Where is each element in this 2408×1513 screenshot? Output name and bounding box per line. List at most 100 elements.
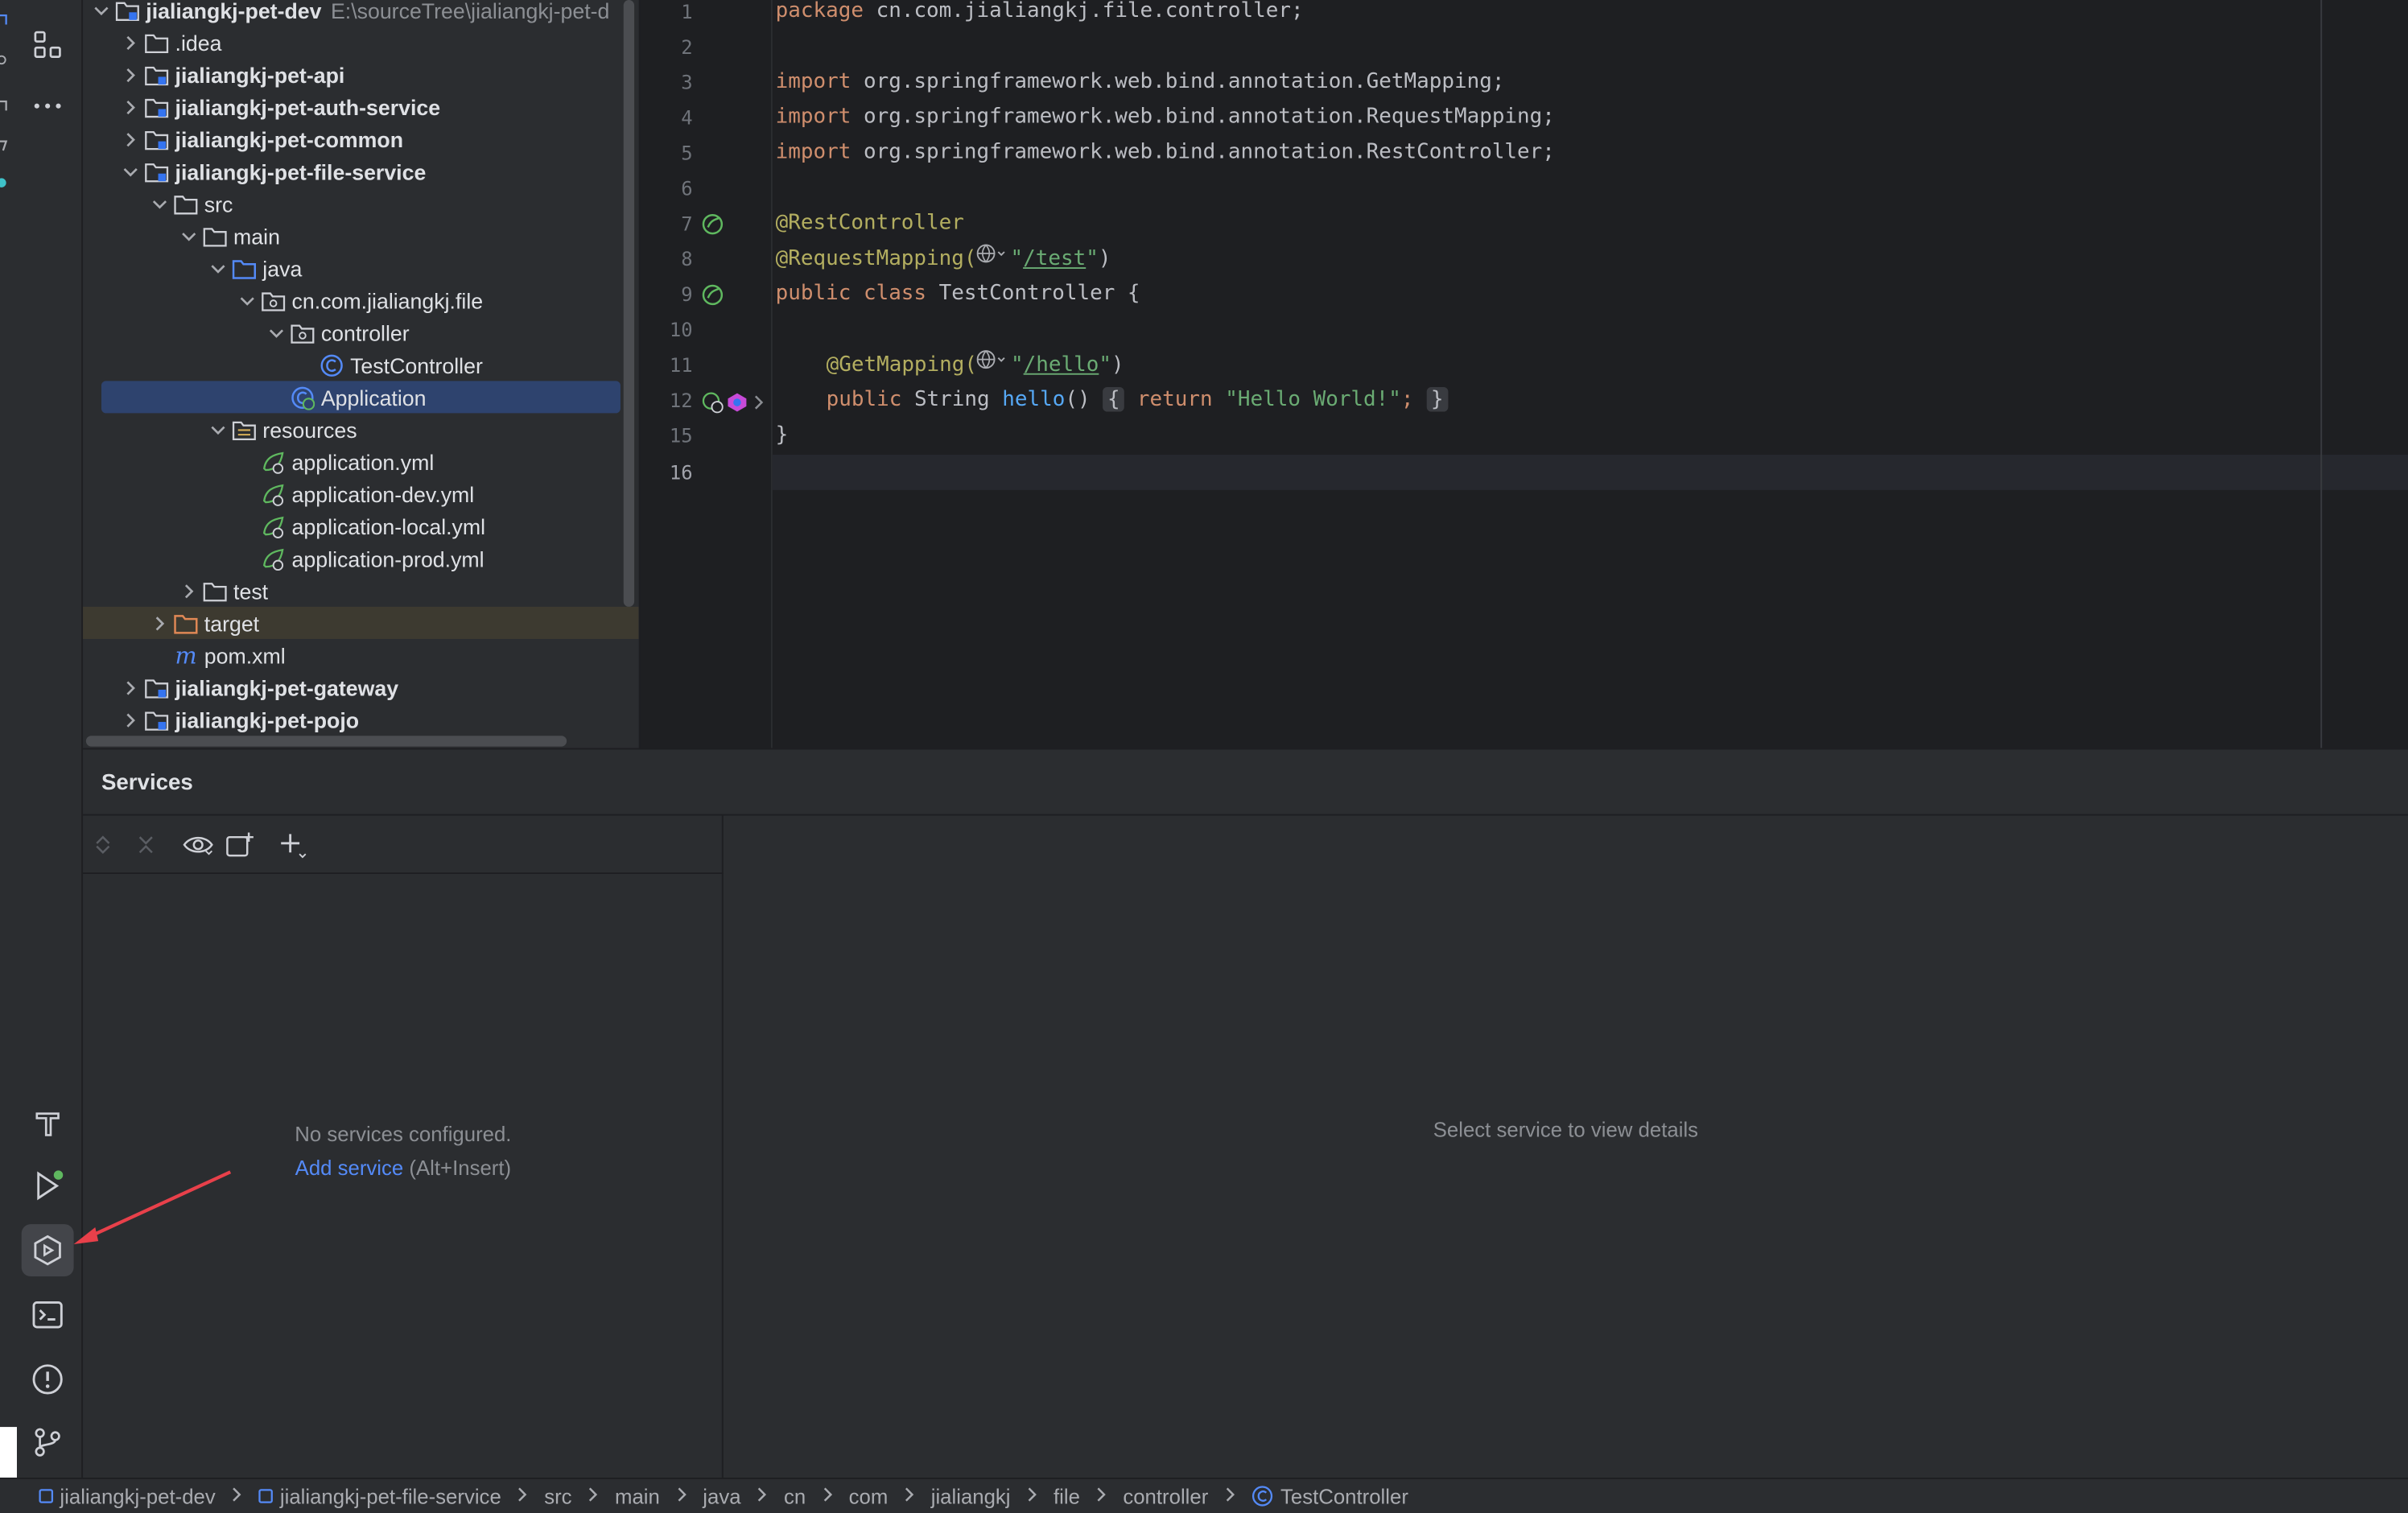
eye-icon[interactable] <box>181 828 215 862</box>
code-line-1: package cn.com.jialiangkj.file.controlle… <box>776 0 1304 29</box>
url-link[interactable]: /test <box>1023 246 1086 271</box>
chevron-right-icon[interactable] <box>147 607 172 639</box>
tree-item[interactable]: application.yml <box>83 445 639 477</box>
tree-item[interactable]: controller <box>83 316 639 348</box>
code-text: ) <box>1111 352 1124 377</box>
tree-root-row[interactable]: jialiangkj-pet-dev E:\sourceTree\jialian… <box>83 0 639 26</box>
chevron-right-icon[interactable] <box>118 26 143 58</box>
tree-item[interactable]: jialiangkj-pet-gateway <box>83 671 639 703</box>
fold-chevron-icon[interactable] <box>751 390 773 412</box>
line-number: 15 <box>669 423 693 447</box>
tree-item[interactable]: jialiangkj-pet-common <box>83 123 639 155</box>
string-quote: " <box>1011 352 1024 377</box>
module-icon <box>39 1488 54 1503</box>
tree-item-label: src <box>204 191 233 216</box>
breadcrumb-item[interactable]: java <box>703 1485 740 1508</box>
url-link[interactable]: /hello <box>1024 352 1099 377</box>
problems-icon[interactable] <box>22 1353 74 1405</box>
project-scrollbar-vertical[interactable] <box>623 0 635 607</box>
tree-item[interactable]: src <box>83 188 639 220</box>
chevron-right-icon[interactable] <box>118 59 143 91</box>
spring-bean-icon[interactable] <box>702 282 724 306</box>
build-icon[interactable] <box>22 1097 74 1149</box>
tree-item[interactable]: jialiangkj-pet-api <box>83 59 639 91</box>
chevron-right-icon[interactable] <box>118 123 143 155</box>
tree-item[interactable]: m pom.xml <box>83 639 639 671</box>
tree-item[interactable]: TestController <box>83 348 639 381</box>
project-scrollbar-horizontal[interactable] <box>85 736 567 747</box>
breadcrumb-item[interactable]: controller <box>1123 1485 1208 1508</box>
tree-item-label: resources <box>262 417 357 442</box>
breadcrumb-item[interactable]: main <box>615 1485 660 1508</box>
terminal-icon[interactable] <box>22 1288 74 1341</box>
keyword: return <box>1124 386 1226 412</box>
spring-bean-icon[interactable] <box>702 212 724 235</box>
tree-item-label: controller <box>320 320 410 345</box>
chevron-right-icon[interactable] <box>118 703 143 736</box>
tree-item[interactable]: .idea <box>83 26 639 58</box>
more-icon[interactable] <box>22 80 74 132</box>
tree-item[interactable]: application-local.yml <box>83 510 639 542</box>
tree-item[interactable]: java <box>83 252 639 284</box>
folded-brace[interactable]: { <box>1103 386 1125 412</box>
chevron-down-icon[interactable] <box>264 316 289 348</box>
breadcrumb-item[interactable]: cn <box>784 1485 806 1508</box>
spring-class-icon <box>289 381 316 413</box>
module-folder-icon <box>142 703 170 736</box>
chevron-right-icon[interactable] <box>118 671 143 703</box>
tree-item[interactable]: main <box>83 220 639 252</box>
tree-item[interactable]: cn.com.jialiangkj.file <box>83 284 639 316</box>
breadcrumb-item[interactable]: jialiangkj-pet-dev <box>39 1485 216 1507</box>
tree-item-label: application-local.yml <box>291 513 486 538</box>
add-service-link[interactable]: Add service <box>295 1156 404 1180</box>
chevron-down-icon[interactable] <box>89 0 114 26</box>
breadcrumb-item[interactable]: file <box>1054 1485 1080 1508</box>
new-group-icon[interactable] <box>225 828 258 862</box>
tree-item[interactable]: resources <box>83 413 639 445</box>
tree-item-label: application.yml <box>291 449 435 474</box>
http-request-icon[interactable] <box>727 390 748 412</box>
chevron-spacer <box>235 510 260 542</box>
globe-icon[interactable] <box>976 241 1011 277</box>
tree-item[interactable]: application-prod.yml <box>83 542 639 575</box>
chevron-right-icon <box>1223 1486 1235 1507</box>
expand-all-icon[interactable] <box>86 828 120 862</box>
tree-item[interactable]: target <box>83 606 639 639</box>
breadcrumb-item[interactable]: src <box>544 1485 571 1508</box>
breadcrumb-item[interactable]: TestController <box>1251 1485 1408 1507</box>
module-folder-icon <box>142 91 170 123</box>
chevron-down-icon[interactable] <box>206 252 231 284</box>
method-name: hello <box>1002 386 1066 412</box>
tree-item[interactable]: jialiangkj-pet-file-service <box>83 155 639 188</box>
folded-brace[interactable]: } <box>1426 386 1449 412</box>
chevron-down-icon[interactable] <box>206 413 231 445</box>
breadcrumb-item[interactable]: com <box>849 1485 889 1508</box>
tree-item[interactable]: jialiangkj-pet-auth-service <box>83 91 639 123</box>
chevron-down-icon[interactable] <box>176 220 201 252</box>
chevron-right-icon <box>588 1486 600 1507</box>
breadcrumb-item[interactable]: jialiangkj <box>931 1485 1011 1508</box>
git-icon[interactable] <box>22 1416 74 1469</box>
chevron-down-icon[interactable] <box>235 284 260 316</box>
code-line-9: public class TestController { <box>776 277 1140 312</box>
tree-item[interactable]: Application <box>83 381 639 414</box>
breadcrumb-item[interactable]: jialiangkj-pet-file-service <box>258 1484 501 1508</box>
breadcrumb-label: com <box>848 1484 889 1508</box>
class-icon <box>1251 1486 1273 1507</box>
chevron-down-icon[interactable] <box>147 188 172 220</box>
code-text: org.springframework.web.bind.annotation.… <box>851 68 1505 94</box>
code-editor[interactable]: 1 2 3 4 5 6 7 8 9 10 11 12 15 16 package cn.com.jiali… <box>638 0 2408 748</box>
structure-icon[interactable] <box>22 19 74 71</box>
breadcrumb-label: jialiangkj-pet-file-service <box>279 1484 501 1508</box>
tree-item[interactable]: application-dev.yml <box>83 478 639 510</box>
resources-folder-icon <box>230 413 258 445</box>
endpoint-icon[interactable] <box>702 390 724 414</box>
add-service-icon[interactable] <box>276 828 310 862</box>
chevron-right-icon[interactable] <box>118 91 143 123</box>
tree-item[interactable]: jialiangkj-pet-pojo <box>83 703 639 736</box>
globe-icon[interactable] <box>977 347 1011 382</box>
chevron-right-icon[interactable] <box>176 575 201 607</box>
collapse-all-icon[interactable] <box>129 828 163 862</box>
tree-item[interactable]: test <box>83 575 639 607</box>
chevron-down-icon[interactable] <box>118 155 143 188</box>
